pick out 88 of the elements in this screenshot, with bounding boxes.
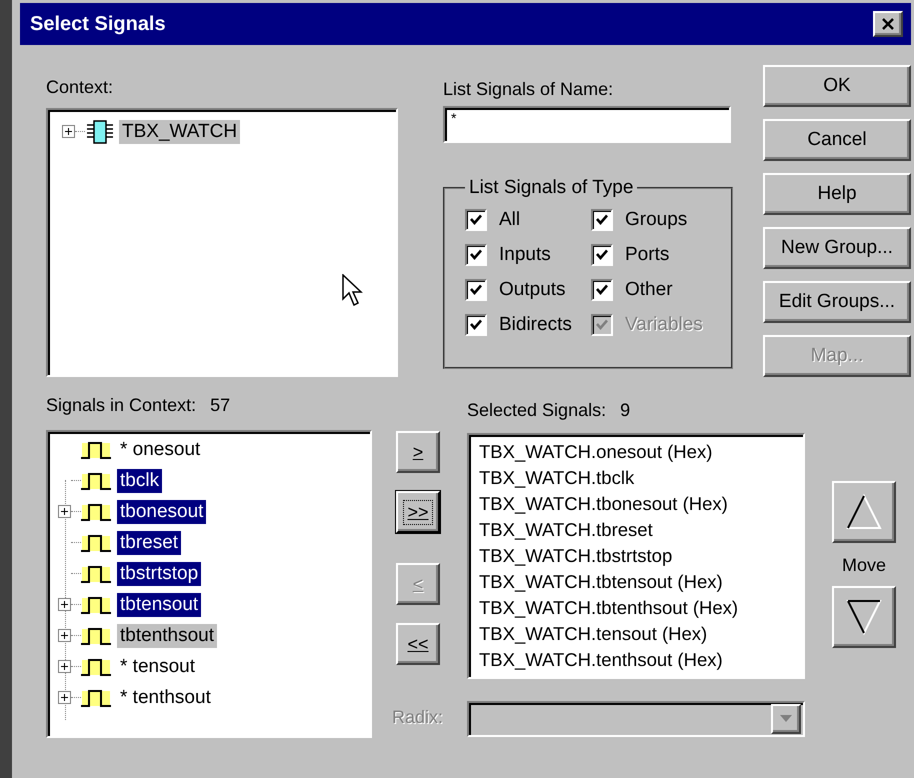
type-checkbox[interactable]: Inputs — [465, 244, 591, 266]
list-item[interactable]: TBX_WATCH.tbclk — [479, 465, 793, 491]
list-item[interactable]: TBX_WATCH.tenthsout (Hex) — [479, 647, 793, 673]
close-button[interactable] — [873, 11, 903, 37]
waveform-icon — [81, 564, 111, 584]
waveform-icon — [81, 594, 111, 614]
list-item[interactable]: TBX_WATCH.tbonesout (Hex) — [479, 491, 793, 517]
check-icon — [469, 318, 483, 332]
dialog-button[interactable]: Help — [763, 173, 911, 215]
list-item[interactable]: TBX_WATCH.tbtenthsout (Hex) — [479, 595, 793, 621]
waveform-icon — [81, 470, 111, 490]
check-icon — [469, 213, 483, 227]
check-icon — [595, 248, 609, 262]
selected-label: Selected Signals: — [467, 400, 606, 421]
down-triangle-icon — [844, 597, 884, 637]
name-filter-field[interactable]: * — [443, 106, 731, 143]
waveform-icon — [81, 656, 111, 676]
type-checkbox[interactable]: Groups — [591, 209, 721, 231]
type-checkbox[interactable]: Outputs — [465, 279, 591, 301]
dialog-button[interactable]: OK — [763, 65, 911, 107]
group-title: List Signals of Type — [468, 177, 634, 199]
list-item[interactable]: TBX_WATCH.tbstrtstop — [479, 543, 793, 569]
list-item[interactable]: TBX_WATCH.tbtensout (Hex) — [479, 569, 793, 595]
signal-item[interactable]: tbclk — [117, 468, 162, 492]
type-checkbox[interactable]: Other — [591, 279, 721, 301]
waveform-icon — [81, 626, 111, 646]
expand-icon[interactable] — [58, 629, 71, 642]
signal-item[interactable]: * tensout — [117, 654, 198, 678]
context-label: Context: — [46, 77, 114, 98]
check-icon — [595, 318, 609, 332]
check-icon — [595, 283, 609, 297]
transfer-button[interactable]: >> — [396, 491, 440, 533]
type-checkbox[interactable]: Ports — [591, 244, 721, 266]
signal-item[interactable]: tbreset — [117, 530, 182, 554]
dropdown-button[interactable] — [771, 704, 801, 734]
expand-icon[interactable] — [62, 125, 75, 138]
radix-dropdown[interactable] — [467, 700, 805, 736]
checkbox[interactable] — [465, 279, 487, 301]
checkbox[interactable] — [591, 244, 613, 266]
list-item[interactable]: TBX_WATCH.tensout (Hex) — [479, 621, 793, 647]
transfer-button[interactable]: > — [396, 431, 440, 473]
waveform-icon — [81, 502, 111, 522]
name-filter-label: List Signals of Name: — [443, 79, 614, 100]
move-down-button[interactable] — [832, 586, 896, 648]
context-tree[interactable]: TBX_WATCH — [46, 108, 398, 377]
signal-item[interactable]: tbtenthsout — [117, 624, 218, 648]
expand-icon[interactable] — [58, 691, 71, 704]
waveform-icon — [81, 688, 111, 708]
signal-item[interactable]: tbstrtstop — [117, 562, 202, 586]
list-item[interactable]: TBX_WATCH.tbreset — [479, 517, 793, 543]
dialog-button[interactable]: Edit Groups... — [763, 281, 911, 323]
signal-item[interactable]: * tenthsout — [117, 686, 214, 710]
signal-item[interactable]: tbonesout — [117, 500, 206, 524]
expand-icon[interactable] — [58, 598, 71, 611]
caret-icon — [780, 714, 792, 722]
selected-signals-list[interactable] — [467, 433, 805, 679]
chip-icon — [87, 120, 113, 144]
window-title: Select Signals — [30, 12, 166, 36]
type-checkbox[interactable]: All — [465, 209, 591, 231]
dialog-button[interactable]: Cancel — [763, 119, 911, 161]
selected-count: 9 — [620, 400, 630, 421]
waveform-icon — [81, 532, 111, 552]
waveform-icon — [81, 440, 111, 460]
close-icon — [881, 18, 895, 30]
signals-label: Signals in Context: — [46, 395, 196, 416]
type-checkbox[interactable]: Bidirects — [465, 314, 591, 336]
checkbox[interactable] — [591, 279, 613, 301]
checkbox[interactable] — [591, 209, 613, 231]
mouse-pointer-icon — [342, 274, 364, 308]
signal-item[interactable]: tbtensout — [117, 592, 202, 616]
move-label: Move — [842, 555, 886, 576]
expand-icon[interactable] — [58, 660, 71, 673]
dialog-button[interactable]: New Group... — [763, 227, 911, 269]
list-item[interactable]: TBX_WATCH.onesout (Hex) — [479, 439, 793, 465]
check-icon — [469, 248, 483, 262]
checkbox[interactable] — [465, 209, 487, 231]
check-icon — [595, 213, 609, 227]
transfer-button[interactable]: << — [396, 623, 440, 665]
signal-count: 57 — [210, 395, 230, 416]
expand-icon[interactable] — [58, 505, 71, 518]
signal-item[interactable]: * onesout — [117, 438, 204, 462]
tree-item[interactable]: TBX_WATCH — [119, 120, 240, 144]
checkbox[interactable] — [465, 314, 487, 336]
up-triangle-icon — [844, 492, 884, 532]
checkbox[interactable] — [465, 244, 487, 266]
move-up-button[interactable] — [832, 481, 896, 543]
signal-tree[interactable]: * onesout tbclk tbonesout tbreset tbstrtstop tbtensout tbtenthsout * tensout * tenthsout — [46, 430, 372, 738]
check-icon — [469, 283, 483, 297]
